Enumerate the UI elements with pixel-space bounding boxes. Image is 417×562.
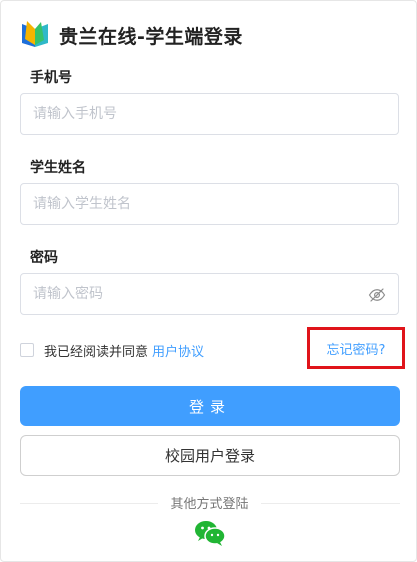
open-book-logo-icon xyxy=(22,21,48,47)
password-field-wrapper xyxy=(20,273,399,315)
student-name-input[interactable] xyxy=(21,184,398,224)
forgot-password-highlight: 忘记密码? xyxy=(307,327,405,369)
campus-login-button[interactable]: 校园用户登录 xyxy=(20,435,400,476)
user-agreement-link[interactable]: 用户协议 xyxy=(152,341,204,360)
password-input[interactable] xyxy=(21,274,398,314)
wechat-icon[interactable] xyxy=(194,519,226,547)
password-label: 密码 xyxy=(30,250,58,266)
eye-off-icon[interactable] xyxy=(368,286,386,304)
agreement-row: 我已经阅读并同意 用户协议 xyxy=(20,340,204,360)
page-title: 贵兰在线-学生端登录 xyxy=(59,25,243,48)
agreement-checkbox[interactable] xyxy=(20,343,34,357)
header: 贵兰在线-学生端登录 xyxy=(19,19,243,51)
login-button[interactable]: 登录 xyxy=(20,386,400,426)
phone-field-wrapper xyxy=(20,93,399,135)
phone-label: 手机号 xyxy=(30,70,72,86)
forgot-password-link[interactable]: 忘记密码? xyxy=(327,339,386,358)
other-methods-label-wrap: 其他方式登陆 xyxy=(1,493,417,512)
student-name-label: 学生姓名 xyxy=(30,160,86,176)
other-methods-label: 其他方式登陆 xyxy=(158,497,261,512)
login-panel: 贵兰在线-学生端登录 手机号 学生姓名 密码 我已经阅读并同意 用户协议 忘记密… xyxy=(0,0,417,562)
agreement-text: 我已经阅读并同意 xyxy=(44,344,149,360)
phone-input[interactable] xyxy=(21,94,398,134)
student-name-field-wrapper xyxy=(20,183,399,225)
